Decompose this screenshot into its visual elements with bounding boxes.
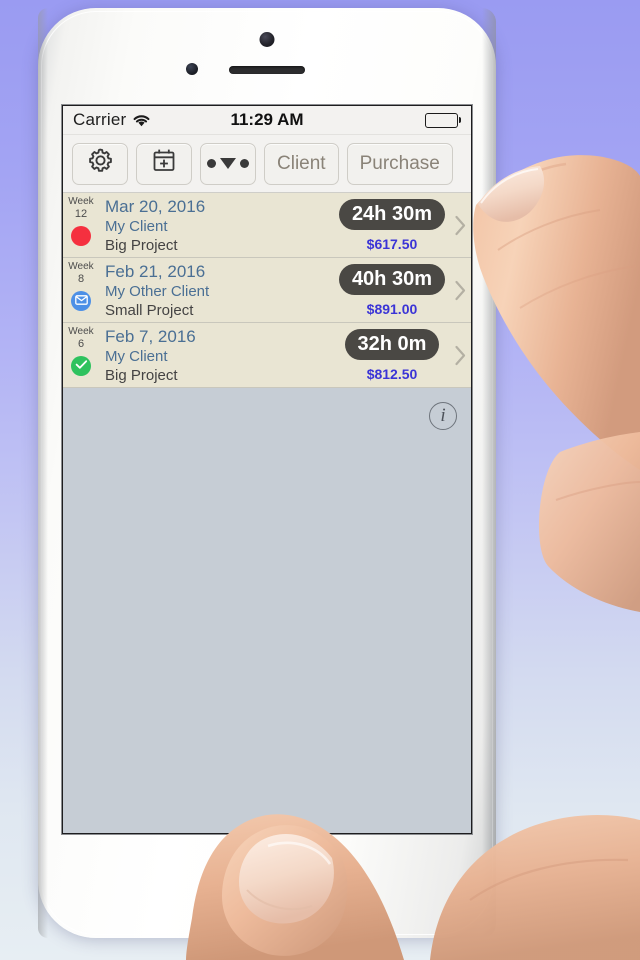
entry-duration: 40h 30m	[338, 264, 445, 295]
week-number: 12	[74, 208, 88, 220]
screenshot-stage: Carrier 11:29 AM Client Purchase Week 12…	[0, 0, 640, 960]
entry-duration: 32h 0m	[344, 329, 440, 360]
entry-date: Mar 20, 2016	[105, 197, 206, 216]
entry-date: Feb 7, 2016	[105, 327, 196, 346]
device-bezel-sheen-right	[482, 8, 496, 938]
entry-totals: 24h 30m $617.50	[338, 193, 449, 257]
gear-icon	[85, 146, 115, 182]
client-button-label: Client	[277, 152, 326, 174]
entry-client: My Client	[105, 218, 168, 235]
week-label: Week	[68, 196, 94, 207]
entry-amount: $812.50	[366, 366, 418, 382]
info-button-label: i	[440, 405, 446, 426]
entry-duration: 24h 30m	[338, 199, 445, 230]
week-column: Week 6	[63, 323, 99, 387]
info-circle-icon[interactable]: i	[429, 402, 457, 430]
earpiece-speaker	[229, 66, 305, 74]
client-button[interactable]: Client	[264, 142, 339, 185]
entry-project: Big Project	[105, 367, 178, 384]
check-icon	[75, 357, 88, 375]
entry-details: Feb 21, 2016 My Other Client Small Proje…	[99, 258, 339, 322]
proximity-sensor	[186, 63, 198, 75]
entry-details: Feb 7, 2016 My Client Big Project	[99, 323, 339, 387]
status-badge	[71, 356, 91, 376]
sort-dot-right-icon	[240, 159, 249, 168]
home-button-ring	[236, 845, 298, 907]
app-toolbar: Client Purchase	[63, 135, 471, 193]
status-bar: Carrier 11:29 AM	[63, 106, 471, 135]
entry-amount: $617.50	[366, 236, 418, 252]
purchase-button-label: Purchase	[359, 152, 440, 174]
envelope-icon	[74, 292, 88, 310]
entry-date: Feb 21, 2016	[105, 262, 206, 281]
week-number: 8	[77, 273, 85, 285]
chevron-down-icon	[220, 158, 236, 169]
table-row[interactable]: Week 6 Feb 7, 2016 My Client Big Project…	[63, 323, 471, 388]
week-label: Week	[68, 261, 94, 272]
table-row[interactable]: Week 12 Mar 20, 2016 My Client Big Proje…	[63, 193, 471, 258]
status-bar-right	[424, 112, 461, 128]
home-button[interactable]	[229, 838, 305, 914]
add-entry-button[interactable]	[136, 142, 192, 185]
entry-totals: 32h 0m $812.50	[339, 323, 449, 387]
battery-full-icon	[424, 112, 461, 128]
carrier-label: Carrier	[73, 110, 127, 129]
empty-list-area	[63, 444, 471, 833]
front-camera	[259, 32, 275, 47]
week-column: Week 8	[63, 258, 99, 322]
entry-client: My Other Client	[105, 283, 210, 300]
status-bar-left: Carrier	[73, 110, 151, 130]
entry-amount: $891.00	[366, 301, 418, 317]
entry-project: Small Project	[105, 302, 194, 319]
info-row: i	[63, 388, 471, 444]
calendar-plus-icon	[149, 146, 179, 182]
phone-screen: Carrier 11:29 AM Client Purchase Week 12…	[62, 105, 472, 834]
entry-client: My Client	[105, 348, 168, 365]
chevron-right-icon	[449, 258, 471, 322]
week-number: 6	[77, 338, 85, 350]
sort-button[interactable]	[200, 142, 256, 185]
entry-totals: 40h 30m $891.00	[338, 258, 449, 322]
entry-list: Week 12 Mar 20, 2016 My Client Big Proje…	[63, 193, 471, 388]
supporting-fingers	[538, 432, 640, 612]
chevron-right-icon	[449, 323, 471, 387]
chevron-right-icon	[449, 193, 471, 257]
status-badge	[71, 226, 91, 246]
status-badge	[71, 291, 91, 311]
settings-button[interactable]	[72, 142, 128, 185]
week-label: Week	[68, 326, 94, 337]
entry-project: Big Project	[105, 237, 178, 254]
purchase-button[interactable]: Purchase	[346, 142, 453, 185]
device-bezel-sheen-left	[38, 8, 48, 938]
week-column: Week 12	[63, 193, 99, 257]
power-button[interactable]	[527, 176, 536, 228]
wifi-icon	[132, 113, 151, 127]
index-finger	[473, 155, 640, 470]
table-row[interactable]: Week 8 Feb 21, 2016 My Other Client Smal…	[63, 258, 471, 323]
entry-details: Mar 20, 2016 My Client Big Project	[99, 193, 339, 257]
sort-dot-left-icon	[207, 159, 216, 168]
